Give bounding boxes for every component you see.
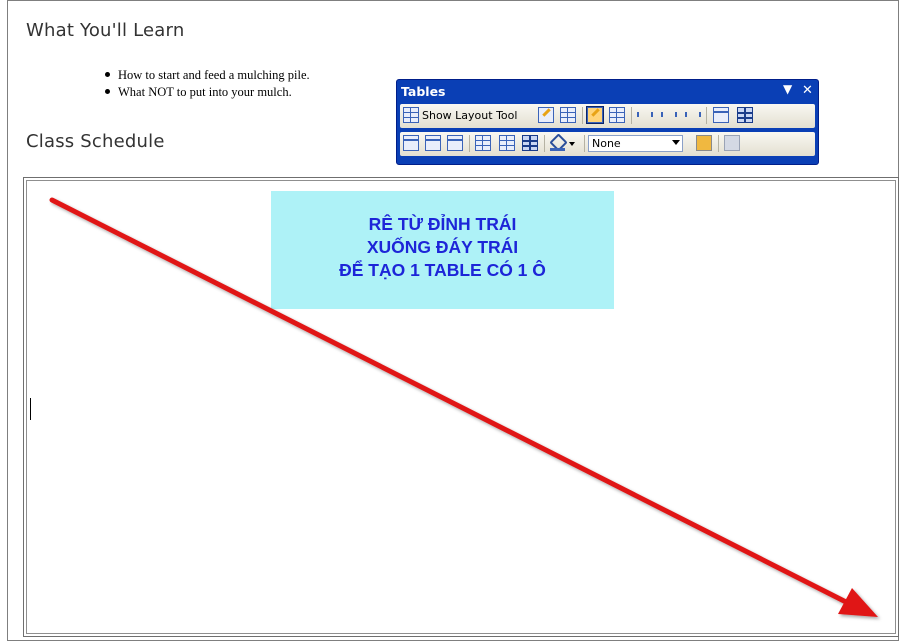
drag-direction-arrow xyxy=(49,197,878,617)
arrow-shaft xyxy=(49,197,851,606)
